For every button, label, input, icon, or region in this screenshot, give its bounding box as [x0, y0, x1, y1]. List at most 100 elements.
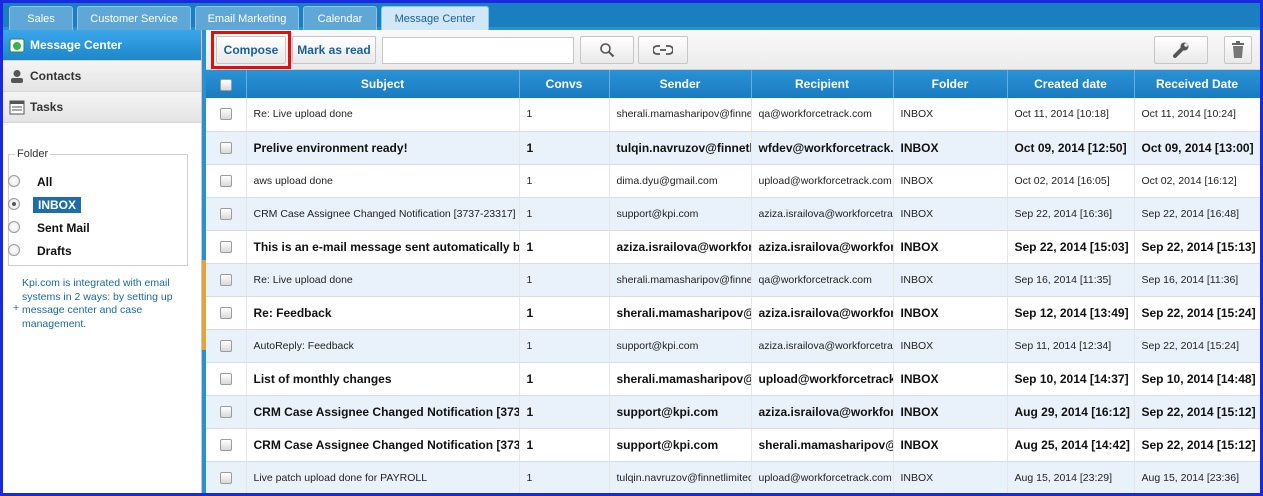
convs-cell[interactable]: 1	[519, 263, 610, 297]
row-select-cell[interactable]	[206, 131, 247, 165]
created-date-cell[interactable]: Oct 02, 2014 [16:05]	[1007, 164, 1135, 198]
sender-cell[interactable]: sherali.mamasharipov@finnetlimited.com	[609, 98, 752, 132]
created-date-cell[interactable]: Sep 12, 2014 [13:49]	[1007, 296, 1135, 330]
received-date-cell[interactable]: Sep 22, 2014 [16:48]	[1134, 197, 1260, 231]
select-all-header[interactable]	[206, 70, 247, 98]
integration-info[interactable]: + Kpi.com is integrated with email syste…	[13, 277, 191, 331]
recipient-cell[interactable]: aziza.israilova@workforcetrack.com	[751, 329, 894, 363]
received-date-cell[interactable]: Sep 22, 2014 [15:24]	[1134, 329, 1260, 363]
row-select-cell[interactable]	[206, 461, 247, 493]
received-date-cell[interactable]: Sep 22, 2014 [15:24]	[1134, 296, 1260, 330]
radio-button[interactable]	[8, 221, 20, 233]
table-row[interactable]: Re: Live upload done 1 sherali.mamasharipo…	[206, 263, 1260, 297]
sender-cell[interactable]: support@kpi.com	[609, 329, 752, 363]
folder-cell[interactable]: INBOX	[893, 131, 1008, 165]
folder-cell[interactable]: INBOX	[893, 296, 1008, 330]
folder-cell[interactable]: INBOX	[893, 263, 1008, 297]
folder-cell[interactable]: INBOX	[893, 428, 1008, 462]
recipient-cell[interactable]: aziza.israilova@workforcetrack.com	[751, 197, 894, 231]
radio-button[interactable]	[8, 198, 20, 210]
row-checkbox[interactable]	[219, 108, 232, 121]
sidebar-item-tasks[interactable]: Tasks	[3, 92, 201, 123]
sender-cell[interactable]: support@kpi.com	[609, 395, 752, 429]
received-date-cell[interactable]: Oct 02, 2014 [16:12]	[1134, 164, 1260, 198]
sender-cell[interactable]: sherali.mamasharipov@finnetlimited.com	[609, 362, 752, 396]
column-header-convs[interactable]: Convs	[519, 70, 610, 98]
convs-cell[interactable]: 1	[519, 131, 610, 165]
table-row[interactable]: Prelive environment ready! 1 tulqin.navruz…	[206, 131, 1260, 165]
search-button[interactable]	[580, 36, 634, 64]
recipient-cell[interactable]: aziza.israilova@workforcetrack.com	[751, 230, 894, 264]
convs-cell[interactable]: 1	[519, 395, 610, 429]
convs-cell[interactable]: 1	[519, 197, 610, 231]
table-row[interactable]: aws upload done 1 dima.dyu@gmail.com upload…	[206, 164, 1260, 198]
row-select-cell[interactable]	[206, 164, 247, 198]
received-date-cell[interactable]: Oct 11, 2014 [10:24]	[1134, 98, 1260, 132]
recipient-cell[interactable]: qa@workforcetrack.com	[751, 98, 894, 132]
recipient-cell[interactable]: upload@workforcetrack.com	[751, 461, 894, 493]
created-date-cell[interactable]: Aug 29, 2014 [16:12]	[1007, 395, 1135, 429]
table-row[interactable]: CRM Case Assignee Changed Notification […	[206, 395, 1260, 429]
subject-cell[interactable]: Re: Feedback	[246, 296, 520, 330]
row-checkbox[interactable]	[219, 207, 232, 220]
expand-plus-icon[interactable]: +	[13, 302, 19, 316]
sender-cell[interactable]: sherali.mamasharipov@finnetlimited.com	[609, 296, 752, 330]
convs-cell[interactable]: 1	[519, 164, 610, 198]
convs-cell[interactable]: 1	[519, 296, 610, 330]
row-select-cell[interactable]	[206, 263, 247, 297]
convs-cell[interactable]: 1	[519, 362, 610, 396]
received-date-cell[interactable]: Sep 22, 2014 [15:13]	[1134, 230, 1260, 264]
folder-cell[interactable]: INBOX	[893, 98, 1008, 132]
convs-cell[interactable]: 1	[519, 329, 610, 363]
sender-cell[interactable]: sherali.mamasharipov@finnetlimited.com	[609, 263, 752, 297]
sender-cell[interactable]: tulqin.navruzov@finnetlimited.com	[609, 461, 752, 493]
table-row[interactable]: AutoReply: Feedback 1 support@kpi.com aziza…	[206, 329, 1260, 363]
sender-cell[interactable]: support@kpi.com	[609, 197, 752, 231]
created-date-cell[interactable]: Sep 22, 2014 [16:36]	[1007, 197, 1135, 231]
folder-cell[interactable]: INBOX	[893, 197, 1008, 231]
table-row[interactable]: This is an e-mail message sent automatic…	[206, 230, 1260, 264]
subject-cell[interactable]: Re: Live upload done	[246, 263, 520, 297]
row-checkbox[interactable]	[219, 406, 232, 419]
search-input[interactable]	[382, 37, 574, 64]
subject-cell[interactable]: Prelive environment ready!	[246, 131, 520, 165]
row-checkbox[interactable]	[219, 439, 232, 452]
row-checkbox[interactable]	[219, 273, 232, 286]
created-date-cell[interactable]: Oct 09, 2014 [12:50]	[1007, 131, 1135, 165]
recipient-cell[interactable]: aziza.israilova@workforcetrack.com	[751, 395, 894, 429]
table-row[interactable]: Re: Live upload done 1 sherali.mamasharipo…	[206, 98, 1260, 132]
convs-cell[interactable]: 1	[519, 461, 610, 493]
row-select-cell[interactable]	[206, 230, 247, 264]
folder-cell[interactable]: INBOX	[893, 362, 1008, 396]
sender-cell[interactable]: tulqin.navruzov@finnetlimited.com	[609, 131, 752, 165]
table-row[interactable]: Live patch upload done for PAYROLL 1 tulqi…	[206, 461, 1260, 493]
subject-cell[interactable]: This is an e-mail message sent automatic…	[246, 230, 520, 264]
radio-button[interactable]	[8, 175, 20, 187]
column-header-folder[interactable]: Folder	[893, 70, 1008, 98]
created-date-cell[interactable]: Sep 22, 2014 [15:03]	[1007, 230, 1135, 264]
folder-cell[interactable]: INBOX	[893, 395, 1008, 429]
row-checkbox[interactable]	[219, 373, 232, 386]
subject-cell[interactable]: AutoReply: Feedback	[246, 329, 520, 363]
column-header-recipient[interactable]: Recipient	[751, 70, 894, 98]
radio-button[interactable]	[8, 244, 20, 256]
subject-cell[interactable]: Re: Live upload done	[246, 98, 520, 132]
tab-email-marketing[interactable]: Email Marketing	[195, 6, 299, 30]
tab-message-center[interactable]: Message Center	[381, 6, 489, 30]
convs-cell[interactable]: 1	[519, 428, 610, 462]
row-select-cell[interactable]	[206, 362, 247, 396]
row-checkbox[interactable]	[219, 142, 232, 155]
sidebar-item-message-center[interactable]: Message Center	[3, 30, 201, 61]
received-date-cell[interactable]: Sep 22, 2014 [15:12]	[1134, 395, 1260, 429]
subject-cell[interactable]: List of monthly changes	[246, 362, 520, 396]
row-checkbox[interactable]	[219, 471, 232, 484]
mark-as-read-button[interactable]: Mark as read	[292, 36, 376, 64]
table-row[interactable]: List of monthly changes 1 sherali.mamashar…	[206, 362, 1260, 396]
created-date-cell[interactable]: Sep 16, 2014 [11:35]	[1007, 263, 1135, 297]
row-checkbox[interactable]	[219, 307, 232, 320]
folder-cell[interactable]: INBOX	[893, 230, 1008, 264]
row-checkbox[interactable]	[219, 241, 232, 254]
column-header-created-date[interactable]: Created date	[1007, 70, 1135, 98]
row-checkbox[interactable]	[219, 339, 232, 352]
table-row[interactable]: Re: Feedback1sherali.mamasharipov@finnet…	[206, 296, 1260, 330]
